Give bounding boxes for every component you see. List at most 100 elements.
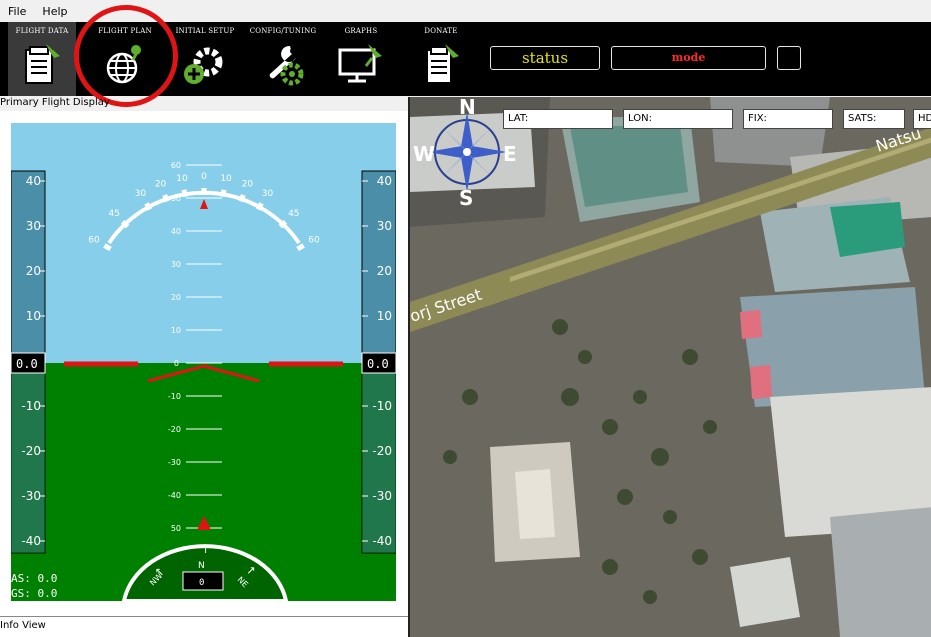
flight-plan-label: FLIGHT PLAN bbox=[98, 27, 152, 35]
pitch-label: 50 bbox=[171, 524, 181, 533]
roll-tick bbox=[120, 219, 130, 229]
roll-label: 45 bbox=[288, 209, 299, 219]
pitch-label: 20 bbox=[171, 293, 181, 302]
speed-tape-label: 40 bbox=[26, 174, 41, 188]
speed-tape-label: -30 bbox=[21, 489, 41, 503]
roll-label: 20 bbox=[242, 180, 254, 190]
pitch-label: 50 bbox=[171, 194, 181, 203]
heading-readout: 0 bbox=[199, 578, 204, 588]
mode-indicator: mode bbox=[611, 46, 766, 70]
status-indicator: status bbox=[490, 46, 600, 70]
map-building bbox=[730, 557, 800, 627]
roll-label: 45 bbox=[108, 209, 119, 219]
map-building bbox=[750, 365, 772, 399]
graphs-label: GRAPHS bbox=[344, 27, 378, 35]
pfd-title-dot: . bbox=[115, 97, 119, 108]
pitch-label: 30 bbox=[171, 260, 181, 269]
lat-field: LAT: bbox=[503, 109, 613, 129]
sats-field: SATS: bbox=[843, 109, 905, 129]
altitude-tape-label: -40 bbox=[372, 534, 392, 548]
roll-label: 20 bbox=[155, 180, 167, 190]
graphs-button[interactable]: GRAPHS bbox=[326, 22, 396, 96]
pitch-label: -20 bbox=[168, 425, 181, 434]
speed-readout: 0.0 bbox=[16, 357, 38, 371]
map-compass-n: N bbox=[459, 97, 476, 119]
flight-plan-button[interactable]: FLIGHT PLAN bbox=[90, 22, 160, 96]
roll-label: 60 bbox=[308, 236, 320, 246]
info-view-header[interactable]: Info View bbox=[0, 616, 408, 637]
flight-map[interactable]: orj Street Natsu N S E W LAT: LON: FIX: … bbox=[408, 97, 931, 637]
pitch-label-zero: 0 bbox=[174, 359, 179, 368]
monitor-icon bbox=[338, 44, 382, 83]
main-toolbar: FLIGHT DATA FLIGHT PLAN INITIAL SETUP CO… bbox=[0, 22, 931, 96]
altitude-tape-label: 20 bbox=[377, 264, 392, 278]
map-compass-s: S bbox=[459, 186, 473, 210]
altitude-tape-label: 40 bbox=[377, 174, 392, 188]
pfd-title: Primary Flight Display bbox=[0, 97, 110, 108]
fix-field: FIX: bbox=[743, 109, 833, 129]
pitch-label: -40 bbox=[168, 491, 181, 500]
sky bbox=[11, 123, 396, 363]
info-view-title: Info View bbox=[0, 620, 46, 631]
config-tuning-button[interactable]: CONFIG/TUNING bbox=[248, 22, 318, 96]
donate-label: DONATE bbox=[424, 27, 458, 35]
pfd-panel: 40 30 20 10 -10 -20 -30 -40 0.0 40 30 20 10 -10 -20 -… bbox=[0, 111, 408, 616]
speed-tape-label: 10 bbox=[26, 309, 41, 323]
hdop-field: HD bbox=[913, 109, 931, 129]
gear-plus-icon bbox=[184, 47, 223, 84]
roll-label: 10 bbox=[220, 174, 232, 184]
document-icon bbox=[426, 44, 459, 84]
roll-label: 10 bbox=[176, 174, 188, 184]
flight-data-button[interactable]: FLIGHT DATA bbox=[8, 22, 76, 96]
altitude-tape-label: -30 bbox=[372, 489, 392, 503]
airspeed-readout: AS: 0.0 bbox=[11, 572, 57, 585]
pitch-label: 60 bbox=[171, 161, 181, 170]
roll-label: 0 bbox=[201, 172, 207, 182]
pitch-label: 40 bbox=[171, 227, 181, 236]
map-imagery: orj Street Natsu N S E W bbox=[410, 97, 931, 637]
altitude-tape-label: 30 bbox=[377, 219, 392, 233]
menu-bar: File Help bbox=[0, 0, 931, 22]
roll-label: 30 bbox=[262, 189, 274, 199]
map-compass-w: W bbox=[413, 142, 435, 166]
altitude-tape-label: -10 bbox=[372, 399, 392, 413]
donate-button[interactable]: DONATE bbox=[406, 22, 476, 96]
lon-field: LON: bbox=[623, 109, 733, 129]
map-compass-e: E bbox=[503, 142, 517, 166]
clipboard-icon bbox=[25, 44, 60, 84]
pfd-title-bar: Primary Flight Display. bbox=[0, 97, 406, 111]
groundspeed-readout: GS: 0.0 bbox=[11, 587, 57, 600]
north-arrow-icon: ↑ bbox=[201, 543, 210, 556]
globe-icon bbox=[106, 45, 141, 84]
roll-tick bbox=[238, 194, 246, 203]
roll-tick bbox=[296, 243, 305, 252]
roll-label: 30 bbox=[135, 189, 147, 199]
pfd-canvas: 40 30 20 10 -10 -20 -30 -40 0.0 40 30 20 10 -10 -20 -… bbox=[11, 123, 396, 601]
altitude-tape-label: 10 bbox=[377, 309, 392, 323]
speed-tape-label: 20 bbox=[26, 264, 41, 278]
map-building bbox=[740, 310, 762, 339]
speed-tape-label: -10 bbox=[21, 399, 41, 413]
pitch-label: -10 bbox=[168, 392, 181, 401]
map-building bbox=[830, 507, 931, 637]
speed-tape-label: -40 bbox=[21, 534, 41, 548]
extra-indicator bbox=[777, 46, 801, 70]
primary-flight-display: 40 30 20 10 -10 -20 -30 -40 0.0 40 30 20 10 -10 -20 -… bbox=[11, 123, 396, 601]
roll-tick bbox=[255, 202, 264, 211]
initial-setup-label: INITIAL SETUP bbox=[175, 27, 235, 35]
roll-tick bbox=[220, 189, 227, 198]
speed-tape-label: -20 bbox=[21, 444, 41, 458]
speed-tape-label: 30 bbox=[26, 219, 41, 233]
initial-setup-button[interactable]: INITIAL SETUP bbox=[170, 22, 240, 96]
config-tuning-label: CONFIG/TUNING bbox=[249, 27, 317, 35]
compass-n: N bbox=[198, 561, 205, 571]
roll-tick bbox=[144, 202, 153, 211]
altitude-readout: 0.0 bbox=[367, 357, 389, 371]
pitch-label: 10 bbox=[171, 326, 181, 335]
menu-file[interactable]: File bbox=[0, 0, 34, 22]
flight-data-label: FLIGHT DATA bbox=[15, 27, 69, 35]
menu-help[interactable]: Help bbox=[34, 0, 75, 22]
wrench-gear-icon bbox=[269, 45, 304, 86]
roll-tick bbox=[162, 194, 170, 203]
map-monument bbox=[515, 469, 555, 539]
